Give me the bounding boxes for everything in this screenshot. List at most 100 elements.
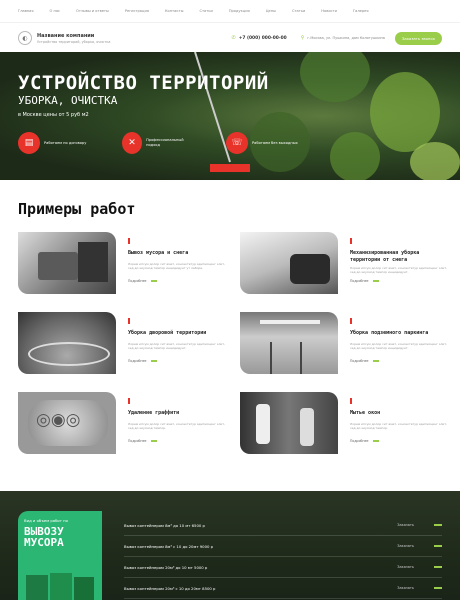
phone[interactable]: ✆ +7 (000) 000-00-00 [232,35,287,41]
phone-icon: ✆ [231,35,236,41]
phone-number: +7 (000) 000-00-00 [238,35,287,41]
nav-item[interactable]: О нас [50,9,61,13]
accent-bar [350,318,352,324]
work-photo [240,232,338,294]
nav-item[interactable]: Статьи [292,9,305,13]
hero-banner: УСТРОЙСТВО ТЕРРИТОРИЙ УБОРКА, ОЧИСТКА в … [0,52,460,180]
promo-label: Вид и объем работ по [24,518,68,523]
service-row: Вывоз контейнером 8м³ с 10 до 20мт 9000 … [124,536,442,557]
more-label: Подробнее [128,279,147,283]
document-icon: ▤ [18,132,40,154]
top-nav: Главная О нас Отзывы и ответы Регистраци… [0,0,460,22]
more-link[interactable]: Подробнее [128,279,157,283]
arrow-icon [434,524,442,526]
arrow-icon [372,440,379,442]
graffiti-image: ◎◉◎ [36,410,81,430]
more-link[interactable]: Подробнее [350,279,379,283]
hero-subtitle: УБОРКА, ОЧИСТКА [18,94,118,107]
work-title: Удаление граффити [128,410,180,416]
accent-bar [350,398,352,404]
company-name: Название компании [37,32,95,39]
service-text: Вывоз контейнером 8м³ до 10 мт 6500 р [124,522,205,528]
order-link[interactable]: Заказать [397,565,414,569]
work-photo [18,312,116,374]
work-card[interactable]: Вывоз мусора и снега Лорем ипсум долор с… [18,232,230,296]
hero-price: в Москве цены от 5 руб м2 [18,112,89,118]
more-label: Подробнее [350,439,369,443]
site-header: ◐ Название компании Устройство территори… [0,22,460,53]
work-card[interactable]: Мытье окон Лорем ипсум долор сит амет, к… [240,392,452,456]
arrow-icon [150,280,157,282]
order-link[interactable]: Заказать [397,544,414,548]
more-link[interactable]: Подробнее [350,359,379,363]
nav-item[interactable]: Продукция [229,9,250,13]
work-title: Механизированная уборка территории от сн… [350,250,420,263]
work-card[interactable]: ◎◉◎ Удаление граффити Лорем ипсум долор … [18,392,230,456]
feature-no-weekends: ☏ Работаем без выходных [226,132,298,154]
logo-icon[interactable]: ◐ [18,31,32,45]
work-desc: Лорем ипсум долор сит амет, консектетур … [350,266,448,275]
order-link[interactable]: Заказать [397,523,414,527]
arrow-icon [150,360,157,362]
work-photo [18,232,116,294]
work-desc: Лорем ипсум долор сит амет, консектетур … [128,342,226,351]
more-label: Подробнее [128,359,147,363]
work-photo: ◎◉◎ [18,392,116,454]
work-title: Уборка подземного паркинга [350,330,429,336]
nav-item[interactable]: Регистрация [125,9,149,13]
hero-title: УСТРОЙСТВО ТЕРРИТОРИЙ [18,72,269,94]
feature-contract: ▤ Работаем по договору [18,132,90,154]
order-link[interactable]: Заказать [397,586,414,590]
nav-item[interactable]: Отзывы и ответы [76,9,109,13]
address-text: г.Москва, ул. Пушкина, дом Колотушкина [307,36,385,40]
feature-label: Работаем без выходных [252,140,298,145]
work-desc: Лорем ипсум долор сит амет, консектетур … [128,262,226,271]
address: ⚲ г.Москва, ул. Пушкина, дом Колотушкина [301,35,385,41]
hero-features: ▤ Работаем по договору ✕ Профессиональны… [18,132,298,154]
arrow-icon [150,440,157,442]
nav-item[interactable]: Новости [321,9,337,13]
location-pin-icon: ⚲ [300,35,305,41]
work-card[interactable]: Уборка подземного паркинга Лорем ипсум д… [240,312,452,376]
more-link[interactable]: Подробнее [350,439,379,443]
work-photo [240,312,338,374]
service-text: Вывоз контейнером 8м³ с 10 до 20мт 9000 … [124,543,214,549]
arrow-icon [372,360,379,362]
more-link[interactable]: Подробнее [128,439,157,443]
service-list: Вывоз контейнером 8м³ до 10 мт 6500 р За… [124,515,442,599]
work-desc: Лорем ипсум долор сит амет, консектетур … [350,422,448,431]
callback-button[interactable]: Заказать звонок [394,31,442,45]
work-photo [240,392,338,454]
company-tagline: Устройство территорий, уборка, очистка [37,39,111,44]
work-desc: Лорем ипсум долор сит амет, консектетур … [350,342,448,351]
nav-item[interactable]: Цены [266,9,276,13]
work-card[interactable]: Уборка дворовой территории Лорем ипсум д… [18,312,230,376]
more-label: Подробнее [350,359,369,363]
section-title: Примеры работ [18,200,136,218]
calendar-icon: ☏ [226,132,248,154]
feature-professional: ✕ Профессиональный подход [122,132,194,154]
accent-bar [128,238,130,244]
more-link[interactable]: Подробнее [128,359,157,363]
service-row: Вывоз контейнером 8м³ до 10 мт 6500 р За… [124,515,442,536]
work-title: Мытье окон [350,410,381,416]
accent-bar [350,238,352,244]
service-text: Вывоз контейнером 20м³ до 10 мт 5000 р [124,564,208,570]
nav-item[interactable]: Галерея [353,9,369,13]
arrow-icon [372,280,379,282]
accent-bar [128,398,130,404]
accent-bar [128,318,130,324]
service-row: Вывоз контейнером 20м³ с 10 до 20мт 8500… [124,578,442,599]
nav-item[interactable]: Контакты [165,9,184,13]
waste-bins-illustration [26,573,94,600]
more-label: Подробнее [350,279,369,283]
arrow-icon [434,566,442,568]
service-text: Вывоз контейнером 20м³ с 10 до 20мт 8500… [124,585,216,591]
arrow-icon [434,545,442,547]
service-row: Вывоз контейнером 20м³ до 10 мт 5000 р З… [124,557,442,578]
work-title: Уборка дворовой территории [128,330,207,336]
brand: Название компании Устройство территорий,… [37,33,111,44]
nav-item[interactable]: Главная [18,9,34,13]
nav-item[interactable]: Статьи [199,9,212,13]
work-card[interactable]: Механизированная уборка территории от сн… [240,232,452,296]
